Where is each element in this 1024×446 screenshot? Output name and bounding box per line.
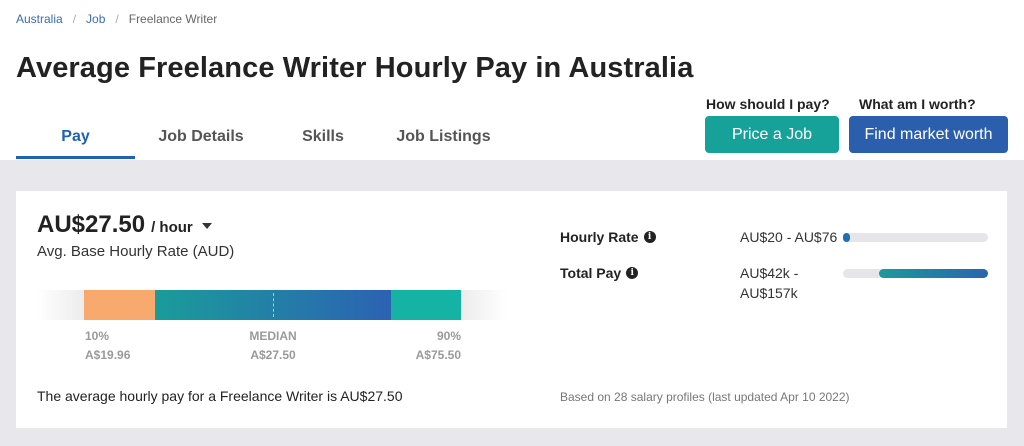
pay-summary-card: AU$27.50 / hour Avg. Base Hourly Rate (A… bbox=[16, 191, 1007, 428]
breadcrumb-separator: / bbox=[115, 12, 119, 26]
tab-job-listings[interactable]: Job Listings bbox=[381, 118, 506, 159]
distribution-fade-left bbox=[37, 290, 84, 320]
based-on-note: Based on 28 salary profiles (last update… bbox=[560, 390, 850, 404]
percentile-10-value: A$19.96 bbox=[85, 348, 131, 362]
hourly-rate-label-text: Hourly Rate bbox=[560, 229, 639, 245]
percentile-10: 10% A$19.96 bbox=[85, 327, 130, 365]
percentile-90-value: A$75.50 bbox=[415, 348, 461, 362]
median-label: MEDIAN bbox=[249, 329, 297, 343]
percentile-median: MEDIAN A$27.50 bbox=[223, 327, 323, 365]
caret-down-icon[interactable] bbox=[201, 223, 212, 229]
page-title: Average Freelance Writer Hourly Pay in A… bbox=[16, 52, 694, 84]
percentile-90-label: 90% bbox=[436, 329, 461, 343]
rate-subtitle: Avg. Base Hourly Rate (AUD) bbox=[37, 243, 235, 260]
breadcrumb-current: Freelance Writer bbox=[128, 12, 218, 26]
info-icon[interactable]: i bbox=[626, 267, 639, 279]
breadcrumb: Australia / Job / Freelance Writer bbox=[16, 12, 217, 26]
hourly-rate-range: AU$20 - AU$76 bbox=[740, 229, 838, 245]
pay-distribution-bar bbox=[37, 290, 507, 320]
median-marker bbox=[273, 293, 274, 317]
breadcrumb-separator: / bbox=[72, 12, 77, 26]
rate-row[interactable]: AU$27.50 / hour bbox=[37, 211, 212, 239]
info-icon[interactable]: i bbox=[643, 231, 656, 243]
average-pay-text: The average hourly pay for a Freelance W… bbox=[37, 388, 403, 404]
breadcrumb-australia[interactable]: Australia bbox=[16, 12, 63, 26]
distribution-high-segment bbox=[391, 290, 461, 320]
tab-skills[interactable]: Skills bbox=[283, 118, 363, 159]
price-question-label: How should I pay? bbox=[706, 96, 830, 112]
total-pay-label-text: Total Pay bbox=[560, 265, 622, 281]
market-question-label: What am I worth? bbox=[859, 96, 976, 112]
tab-job-details[interactable]: Job Details bbox=[137, 118, 265, 159]
median-value: A$27.50 bbox=[250, 348, 296, 362]
distribution-low-segment bbox=[84, 290, 155, 320]
tab-bar: Pay Job Details Skills Job Listings bbox=[16, 118, 506, 159]
distribution-fade-right bbox=[461, 290, 507, 320]
breadcrumb-job[interactable]: Job bbox=[86, 12, 105, 26]
rate-unit: / hour bbox=[151, 219, 193, 236]
hourly-rate-range-fill bbox=[843, 233, 850, 242]
percentile-10-label: 10% bbox=[85, 329, 110, 343]
tab-pay[interactable]: Pay bbox=[16, 118, 135, 159]
percentile-90: 90% A$75.50 bbox=[381, 327, 461, 365]
hourly-rate-range-bar bbox=[843, 233, 988, 242]
price-a-job-button[interactable]: Price a Job bbox=[705, 116, 839, 153]
total-pay-range: AU$42k - AU$157k bbox=[740, 265, 799, 301]
total-pay-range-bar bbox=[843, 269, 988, 278]
hourly-rate-value: AU$27.50 bbox=[37, 211, 146, 238]
total-pay-stat-label: Total Pay i bbox=[560, 265, 639, 281]
total-pay-range-fill bbox=[879, 269, 988, 278]
find-market-worth-button[interactable]: Find market worth bbox=[849, 116, 1008, 153]
hourly-rate-stat-label: Hourly Rate i bbox=[560, 229, 656, 245]
